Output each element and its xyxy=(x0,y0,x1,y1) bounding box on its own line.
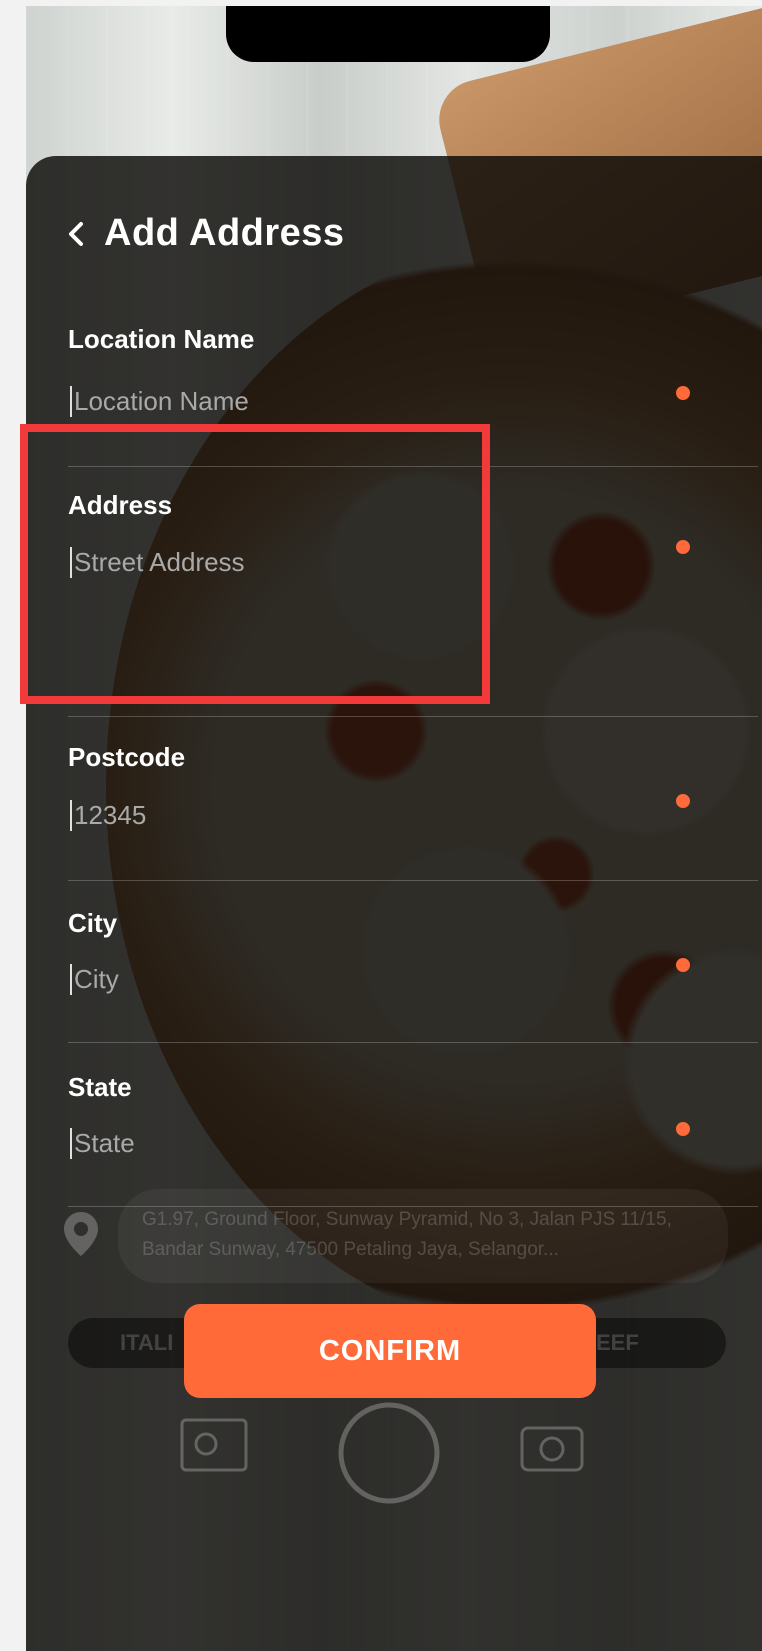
state-input[interactable] xyxy=(70,1128,634,1159)
postcode-field: Postcode xyxy=(68,742,758,881)
location-name-input[interactable] xyxy=(70,386,634,417)
postcode-input[interactable] xyxy=(70,800,634,831)
device-notch xyxy=(226,6,550,62)
address-label: Address xyxy=(68,490,173,520)
required-dot xyxy=(676,1122,690,1136)
state-field: State xyxy=(68,1072,758,1207)
page-title: Add Address xyxy=(104,212,345,254)
location-name-label: Location Name xyxy=(68,324,255,354)
chevron-left-icon[interactable] xyxy=(62,220,90,248)
city-field: City xyxy=(68,908,758,1043)
required-dot xyxy=(676,386,690,400)
required-dot xyxy=(676,794,690,808)
phone-screen: G1.97, Ground Floor, Sunway Pyramid, No … xyxy=(26,6,762,1651)
location-name-field: Location Name xyxy=(68,324,758,467)
street-address-input[interactable] xyxy=(70,547,634,578)
city-label: City xyxy=(68,908,118,938)
confirm-button[interactable]: CONFIRM xyxy=(184,1304,596,1398)
add-address-panel: Add Address Location Name Address Postco… xyxy=(26,156,762,1651)
state-label: State xyxy=(68,1072,132,1102)
address-field: Address xyxy=(68,490,758,717)
required-dot xyxy=(676,540,690,554)
required-dot xyxy=(676,958,690,972)
header: Add Address xyxy=(62,212,345,255)
postcode-label: Postcode xyxy=(68,742,186,772)
city-input[interactable] xyxy=(70,964,634,995)
